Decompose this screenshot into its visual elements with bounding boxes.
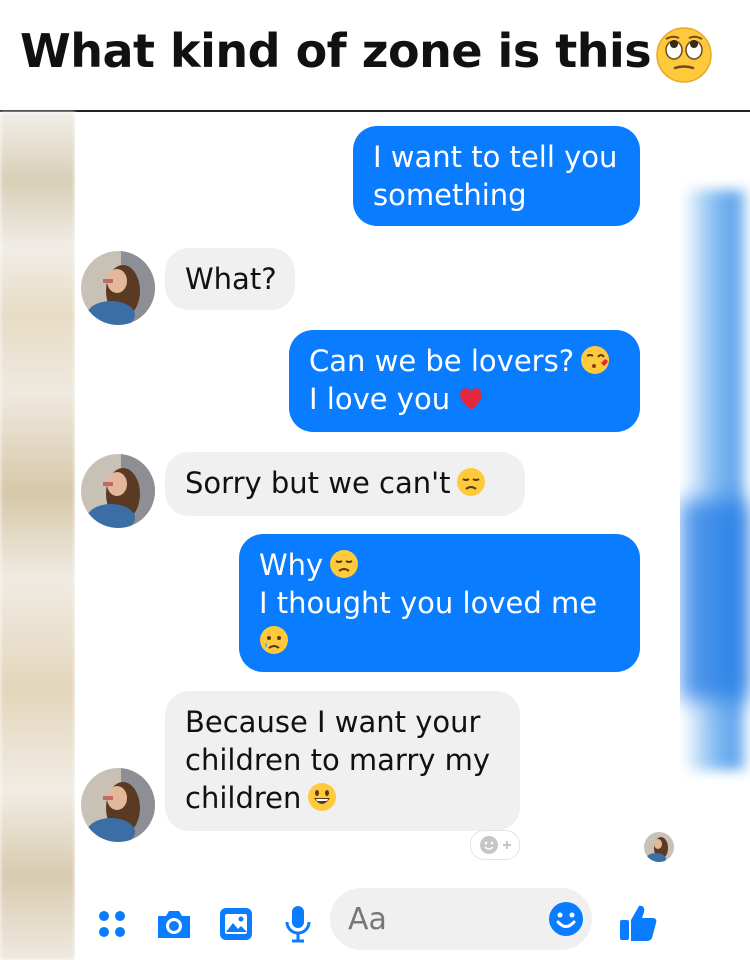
message-bubble-outgoing[interactable]: I want to tell you something bbox=[353, 126, 640, 226]
avatar[interactable] bbox=[81, 768, 155, 842]
blurred-right-edge-2 bbox=[680, 500, 750, 700]
thumbs-up-icon[interactable] bbox=[617, 902, 659, 944]
message-text: something bbox=[373, 178, 527, 212]
chat-area: I want to tell you something What? Can w… bbox=[75, 112, 680, 960]
message-text: children bbox=[185, 781, 302, 815]
message-bubble-incoming[interactable]: Sorry but we can't bbox=[165, 452, 525, 516]
message-bubble-outgoing[interactable]: Why I thought you loved me bbox=[239, 534, 640, 672]
message-input[interactable]: Aa bbox=[330, 888, 592, 950]
microphone-icon[interactable] bbox=[284, 904, 312, 944]
message-text: children to marry my bbox=[185, 743, 491, 777]
gallery-icon[interactable] bbox=[218, 906, 254, 942]
eye-roll-emoji bbox=[656, 27, 712, 83]
more-dots-icon[interactable] bbox=[96, 908, 128, 940]
avatar-photo bbox=[81, 454, 155, 528]
meme-header: What kind of zone is this bbox=[0, 0, 750, 112]
blurred-left-edge bbox=[0, 112, 75, 960]
message-bubble-outgoing[interactable]: Can we be lovers? I love you bbox=[289, 330, 640, 432]
kissing-heart-emoji bbox=[581, 346, 610, 374]
camera-icon[interactable] bbox=[154, 906, 194, 942]
add-reaction-icon bbox=[480, 836, 511, 854]
message-text: I thought you loved me bbox=[259, 586, 598, 620]
add-reaction-button[interactable] bbox=[470, 830, 520, 860]
avatar-photo bbox=[81, 251, 155, 325]
avatar-photo bbox=[81, 768, 155, 842]
disappointed-emoji bbox=[457, 468, 486, 496]
red-heart-emoji bbox=[460, 388, 482, 410]
emoji-icon[interactable] bbox=[548, 901, 584, 937]
grinning-emoji bbox=[308, 783, 337, 811]
message-input-placeholder: Aa bbox=[348, 902, 387, 937]
avatar[interactable] bbox=[81, 454, 155, 528]
message-text: I love you bbox=[309, 382, 451, 416]
avatar[interactable] bbox=[81, 251, 155, 325]
meme-title: What kind of zone is this bbox=[20, 24, 652, 78]
seen-avatar bbox=[644, 832, 674, 862]
message-bubble-incoming[interactable]: Because I want your children to marry my… bbox=[165, 691, 520, 831]
message-text: Can we be lovers? bbox=[309, 344, 575, 378]
message-text: What? bbox=[185, 262, 277, 296]
message-bubble-incoming[interactable]: What? bbox=[165, 248, 295, 310]
message-text: Because I want your bbox=[185, 705, 481, 739]
message-text: I want to tell you bbox=[373, 140, 618, 174]
message-text: Why bbox=[259, 548, 324, 582]
message-text: Sorry but we can't bbox=[185, 466, 451, 500]
disappointed-emoji bbox=[330, 550, 359, 578]
crying-face-emoji bbox=[260, 626, 288, 654]
avatar-photo bbox=[644, 832, 674, 862]
